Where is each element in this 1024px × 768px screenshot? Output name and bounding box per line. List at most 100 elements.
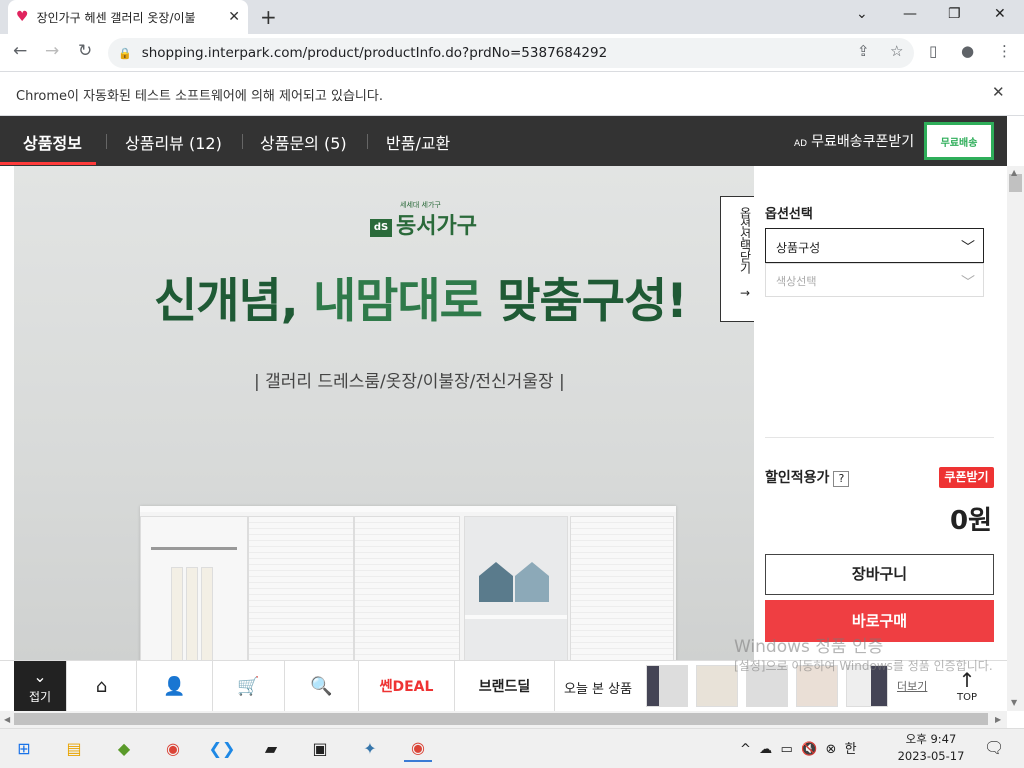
reload-icon[interactable]: ↻ xyxy=(78,41,92,61)
discount-price: 0원 xyxy=(949,506,992,536)
chevron-down-icon: ﹀ xyxy=(961,240,975,256)
restore-icon[interactable]: ❐ xyxy=(948,6,961,22)
blocked-icon[interactable]: ⊗ xyxy=(825,742,836,757)
brand-mark-icon: dS xyxy=(370,219,392,237)
automation-infobar: Chrome이 자동화된 테스트 소프트웨어에 의해 제어되고 있습니다. ✕ xyxy=(0,72,1024,116)
chrome-icon[interactable]: ◉ xyxy=(159,734,187,762)
close-infobar-icon[interactable]: ✕ xyxy=(992,83,1005,101)
scroll-right-icon[interactable]: ▶ xyxy=(995,715,1001,724)
search-button[interactable]: 🔍 xyxy=(284,661,358,711)
new-tab-button[interactable]: + xyxy=(260,5,277,29)
coupon-label: 무료배송쿠폰받기 xyxy=(811,134,915,150)
minimize-icon[interactable]: — xyxy=(903,6,917,22)
my-page-button[interactable]: 👤 xyxy=(136,661,212,711)
cart-button[interactable]: 🛒 xyxy=(212,661,284,711)
tab-returns[interactable]: 반품/교환 xyxy=(386,130,450,154)
url-text: shopping.interpark.com/product/productIn… xyxy=(141,45,608,61)
shirt xyxy=(201,567,213,660)
close-tab-icon[interactable]: ✕ xyxy=(228,9,240,25)
volume-icon[interactable]: 🔇 xyxy=(801,742,817,757)
tab-reviews[interactable]: 상품리뷰 (12) xyxy=(125,130,222,154)
discount-price-label: 할인적용가? xyxy=(765,467,850,487)
tab-product-info[interactable]: 상품정보 xyxy=(23,130,82,154)
product-subline: | 갤러리 드레스룸/옷장/이불장/전신거울장 | xyxy=(254,372,565,392)
scroll-up-icon[interactable]: ▲ xyxy=(1011,168,1017,177)
brand-logo: 세세대 세가구 dS 동서가구 xyxy=(370,201,477,240)
color-select[interactable]: 색상선택 ﹀ xyxy=(765,263,984,297)
network-icon[interactable]: ☁ xyxy=(759,742,772,757)
forward-icon[interactable]: → xyxy=(45,41,59,61)
free-shipping-badge[interactable]: 무료배송 xyxy=(924,122,994,160)
shirt xyxy=(186,567,198,660)
select-placeholder: 색상선택 xyxy=(776,275,817,288)
help-icon[interactable]: ? xyxy=(833,471,850,487)
shirt xyxy=(171,567,183,660)
recent-product-thumb[interactable] xyxy=(696,665,738,707)
louver-door xyxy=(570,516,674,660)
menu-kebab-icon[interactable]: ⋮ xyxy=(997,42,1012,60)
lock-icon: 🔒 xyxy=(118,46,132,60)
bookmark-star-icon[interactable]: ☆ xyxy=(890,42,903,60)
side-panel-icon[interactable]: ▯ xyxy=(929,42,937,60)
heart-favicon-icon: ♥ xyxy=(16,9,29,25)
ssen-deal-link[interactable]: 쎈DEAL xyxy=(358,661,454,711)
hanger-rod xyxy=(151,547,237,550)
address-bar[interactable]: 🔒 shopping.interpark.com/product/product… xyxy=(108,38,914,68)
start-windows-icon[interactable]: ⊞ xyxy=(10,734,38,762)
product-config-select[interactable]: 상품구성 ﹀ xyxy=(765,228,984,263)
add-to-cart-button[interactable]: 장바구니 xyxy=(765,554,994,595)
option-panel-toggle[interactable]: 옵션선택닫기 → xyxy=(720,196,754,322)
activation-watermark-detail: [설정]으로 이동하여 Windows를 정품 인증합니다. xyxy=(734,659,993,673)
top-label: TOP xyxy=(956,692,977,703)
brand-deal-link[interactable]: 브랜드딜 xyxy=(454,661,554,711)
get-coupon-button[interactable]: 쿠폰받기 xyxy=(939,467,994,488)
ime-indicator[interactable]: 한 xyxy=(845,742,857,757)
discount-label-text: 할인적용가 xyxy=(765,470,830,486)
share-icon[interactable]: ⇪ xyxy=(857,42,870,60)
windows-taskbar xyxy=(0,728,1024,768)
vertical-scrollbar[interactable] xyxy=(1007,166,1024,711)
clock[interactable]: 오후 9:47 2023-05-17 xyxy=(894,731,968,765)
display-icon[interactable]: ▭ xyxy=(780,742,792,757)
tab-search-icon[interactable]: ⌄ xyxy=(856,6,868,22)
scroll-left-icon[interactable]: ◀ xyxy=(4,715,10,724)
recent-products-label: 오늘 본 상품 xyxy=(564,682,633,697)
open-cabinet xyxy=(140,516,248,660)
chevron-down-icon: ﹀ xyxy=(961,275,975,291)
sticky-notes-icon[interactable]: ▰ xyxy=(257,734,285,762)
tab-divider xyxy=(367,134,368,149)
tab-questions[interactable]: 상품문의 (5) xyxy=(260,130,347,154)
ad-tag: AD xyxy=(794,139,808,149)
fold-button[interactable]: ⌄ 접기 xyxy=(14,661,66,711)
chevron-up-icon[interactable]: ^ xyxy=(740,742,751,757)
option-title: 옵션선택 xyxy=(765,207,813,222)
free-shipping-coupon-link[interactable]: AD 무료배송쿠폰받기 xyxy=(794,131,914,151)
brand-name: 동서가구 xyxy=(396,214,477,239)
home-button[interactable]: ⌂ xyxy=(66,661,136,711)
horizontal-scroll-thumb[interactable] xyxy=(14,713,988,725)
vscode-icon[interactable]: ❮❯ xyxy=(208,734,236,762)
recent-product-thumb[interactable] xyxy=(646,665,688,707)
browser-toolbar: ← → ↻ 🔒 shopping.interpark.com/product/p… xyxy=(0,34,1024,72)
browser-tab[interactable]: ♥ 장인가구 헤센 갤러리 옷장/이불 ✕ xyxy=(8,0,248,34)
search-icon: 🔍 xyxy=(310,675,333,697)
headline-highlight: 내맘대로 xyxy=(312,274,483,329)
maps-app-icon[interactable]: ◆ xyxy=(110,734,138,762)
panel-divider xyxy=(765,437,994,438)
python-icon[interactable]: ✦ xyxy=(356,734,384,762)
louver-door xyxy=(354,516,460,660)
file-explorer-icon[interactable]: ▤ xyxy=(60,734,88,762)
louver-door xyxy=(248,516,354,660)
scroll-down-icon[interactable]: ▼ xyxy=(1011,698,1017,707)
chrome-active-icon[interactable]: ◉ xyxy=(404,734,432,762)
more-link[interactable]: 더보기 xyxy=(897,678,927,694)
system-tray[interactable]: ^ ☁ ▭ 🔇 ⊗ 한 xyxy=(740,738,857,757)
product-detail-image: 세세대 세가구 dS 동서가구 신개념, 내맘대로 맞춤구성! | 갤러리 드레스… xyxy=(14,166,754,660)
notification-icon[interactable]: 🗨 xyxy=(984,738,1004,757)
profile-avatar-icon[interactable]: ● xyxy=(961,42,974,60)
back-icon[interactable]: ← xyxy=(13,41,27,61)
close-window-icon[interactable]: ✕ xyxy=(994,6,1006,22)
wardrobe-illustration xyxy=(140,506,676,660)
activation-watermark: Windows 정품 인증 xyxy=(734,637,884,657)
terminal-icon[interactable]: ▣ xyxy=(306,734,334,762)
